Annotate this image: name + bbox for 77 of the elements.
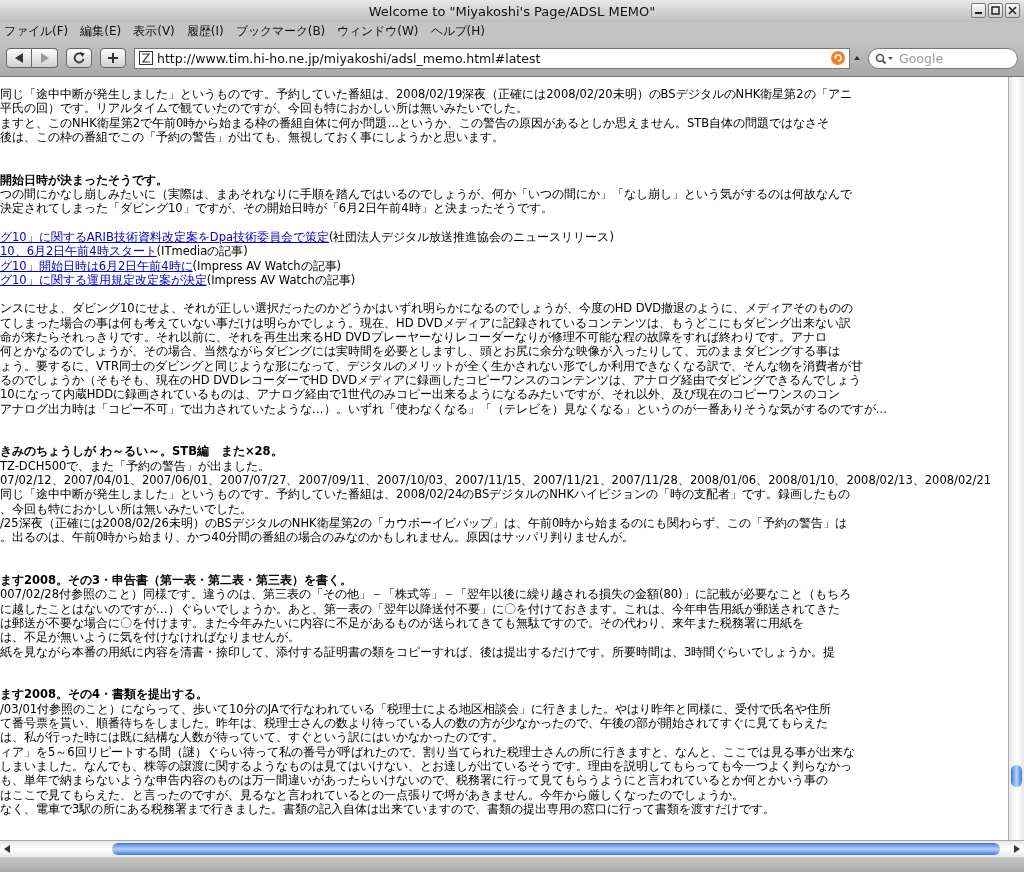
text-line: に越したことはないのですが…）ぐらいでしょうか。あと、第一表の「翌年以降送付不要」に〇を付けておきます。これは、今年申告用紙が郵送されてきた xyxy=(0,601,840,616)
scrollbar-thumb[interactable] xyxy=(112,843,1000,855)
text-line: は、私が行った時には既に結構な人数が待っていて、すぐという訳にはいかなかったのです。 xyxy=(0,730,504,745)
search-field[interactable]: Google xyxy=(868,47,1018,69)
text-line: 命が来たらそれっきりです。それ以前に、それを再生出来るHD DVDプレーヤーなりレコーダーなりが修理不可能な程の故障をすれば終わりです。アナロ xyxy=(0,330,827,345)
text-line: るのでしょうか（そもそも、現在のHD DVDレコーダーでHD DVDメディアに録画したコピーワンスのコンテンツは、アナログ経由でダビングできるんでしょう xyxy=(0,372,862,388)
text-line: 紙を見ながら本番の用紙に内容を清書・捺印して、添付する証明書の類をコピーすれば、後は提出するだけです。所要時間は、3時間ぐらいでしょうか。提 xyxy=(0,644,836,659)
menu-item[interactable]: ウィンドウ(W) xyxy=(337,22,419,40)
minimize-button[interactable] xyxy=(971,3,986,18)
text-line: ンスにせよ、ダビング10にせよ、それが正しい選択だったのかどうかはいずれ明らかになるのでしょうが、今度のHD DVD撤退のように、メディアそのものの xyxy=(0,301,854,316)
reload-button[interactable] xyxy=(66,48,92,68)
menu-item[interactable]: ヘルプ(H) xyxy=(430,22,485,40)
new-tab-button[interactable] xyxy=(100,48,126,68)
section-heading: ます2008。その4・書類を提出する。 xyxy=(0,687,208,702)
text-line: は郵送が不要な場合に〇を付けます。また今年みたいに内容に不足があるものが送られてきても無駄ですので。その代わり、来年また税務署に用紙を xyxy=(0,616,804,631)
text-line: はここで見てもらえた、と言ったのですが、見るなと言われているとの一点張りで埒があきません。今年から厳しくなったのでしょうか。 xyxy=(0,787,744,802)
text-line: 同じ「途中中断が発生しました」というものです。予約していた番組は、2008/02/19深夜（正確には2008/02/20未明）のBSデジタルのNHK衛星第2の「アニ xyxy=(0,87,852,102)
text-line: 。出るのは、午前0時から始まり、かつ40分間の番組の場合のみなのかもしれません。原因はサッパリ判りませんが。 xyxy=(0,530,634,545)
maximize-button[interactable] xyxy=(988,3,1003,18)
text-line: 同じ「途中中断が発生しました」というものです。予約していた番組は、2008/02/24のBSデジタルのNHKハイビジョンの「時の支配者」です。録画したもの xyxy=(0,487,851,502)
menu-item[interactable]: ファイル(F) xyxy=(4,22,69,40)
text-line: も、単年で納まらないような申告内容のものは万一間違いがあったらいけないので、税務署に行って見てもらうようにと言われているとか何とかいう事の xyxy=(0,773,828,788)
text-line: /03/01付参照のこと）にならって、歩いて10分のJAで行なわれている「税理士による地区相談会」に行きました。やはり昨年と同様に、受付で氏名や住所 xyxy=(0,701,831,717)
text-line: 07/02/12、2007/04/01、2007/06/01、2007/07/27、2007/09/11、2007/10/03、2007/11/15、2007/11/21、2007/11/28、2008/01/06、2008/01/10、2008/02/13、2008/02/21 xyxy=(0,473,992,488)
scrollbar-thumb[interactable] xyxy=(1011,765,1022,787)
link-source-note: (Impress AV Watchの記事) xyxy=(192,258,342,273)
close-button[interactable] xyxy=(1005,3,1020,18)
text-line: てしまった場合の事は何も考えていない事だけは明らかでしょう。現在、HD DVDメディアに記録されているコンテンツは、もうどこにもダビング出来ない訳 xyxy=(0,315,851,331)
back-icon xyxy=(14,53,24,63)
text-line: ィア」を5～6回リピートする間（謎）ぐらい待って私の番号が呼ばれたので、割り当てられた税理士さんの所に行きますと、なんと、ここでは見る事が出来な xyxy=(0,744,855,759)
dropdown-arrow-icon[interactable] xyxy=(854,55,860,61)
window-title: Welcome to "Miyakoshi's Page/ADSL MEMO" xyxy=(368,3,656,19)
text-line: ますと、このNHK衛星第2で午前0時から始まる枠の番組自体に何か問題…というか、この警告の原因があるとしか思えません。STB自体の問題ではなさそ xyxy=(0,115,830,130)
text-line: TZ-DCH500で、また「予約の警告」が出ました。 xyxy=(0,458,271,473)
vertical-scrollbar[interactable] xyxy=(1008,77,1024,840)
article-link[interactable]: グ10」に関する運用規定改定案が決定 xyxy=(0,272,207,287)
section-heading: 開始日時が決まったそうです。 xyxy=(0,172,168,188)
text-line: 10になって内蔵HDDに録画されているものは、アナログ経由で1世代のみコピー出来るようになるみたいですが、それ以外、及び現在のコピーワンスのコン xyxy=(0,387,841,402)
text-line: て番号票を貰い、順番待ちをしました。昨年は、税理士さんの数より待っている人の数の方が少なかったので、午後の部が開始されてすぐに見てもらえた xyxy=(0,716,828,731)
text-line: /25深夜（正確には2008/02/26未明）のBSデジタルのNHK衛星第2の「カウボーイビバップ」は、午前0時から始まるのにも関わらず、この「予約の警告」は xyxy=(0,515,848,531)
rss-feed-icon[interactable] xyxy=(831,51,845,65)
link-source-note: (ITmediaの記事) xyxy=(156,244,248,259)
back-button[interactable] xyxy=(6,48,32,68)
menu-item[interactable]: 履歴(I) xyxy=(186,22,224,40)
site-favicon-icon xyxy=(139,51,153,65)
forward-button[interactable] xyxy=(32,48,58,68)
reload-icon xyxy=(73,52,85,64)
text-line: 決定されてしまった「ダビング10」ですが、その開始日時が「6月2日午前4時」と決まったそうです。 xyxy=(0,201,553,216)
text-line: 、今回も特におかしい所は無いみたいでした。 xyxy=(0,501,252,516)
link-source-note: (社団法人デジタル放送推進協会のニュースリリース) xyxy=(329,229,614,244)
text-line: しまいました。なんでも、株等の譲渡に関するようなものは見てはいけない、とお達しが出ているそうです。理由を説明してもらっても今一つよく判らなかっ xyxy=(0,758,852,774)
link-source-note: (Impress AV Watchの記事) xyxy=(206,272,356,287)
text-line: は、不足が無いように気を付けなければなりませんが。 xyxy=(0,630,300,645)
text-line: 何とかなるのでしょうが、その場合、当然ながらダビングには実時間を必要としますし、頭とお尻に余分な映像が入ったりして、元のままダビングする事は xyxy=(0,344,840,359)
section-heading: ます2008。その3・申告書（第一表・第二表・第三表）を書く。 xyxy=(0,573,352,588)
address-field[interactable]: http://www.tim.hi-ho.ne.jp/miyakoshi/adsl_memo.html#latest xyxy=(134,47,850,69)
plus-icon xyxy=(107,52,119,64)
article-link[interactable]: 10、6月2日午前4時スタート xyxy=(0,244,157,259)
section-heading: きみのちょうしが わ～るい～。STB編 また×28。 xyxy=(0,444,283,459)
scroll-right-icon[interactable] xyxy=(1012,845,1020,853)
maximize-icon xyxy=(991,6,1000,15)
text-line: ょう。要するに、VTR同士のダビングと同じような形になって、デジタルのメリットが全く生かされない形でしか利用できなくなる訳で、そんな物を消費者が甘 xyxy=(0,358,863,373)
text-line: アナログ出力時は「コピー不可」で出力されていたような…）。いずれ「使わなくなる」「（テレビを）見なくなる」というのが一番ありそうな気がするのですが… xyxy=(0,401,887,416)
forward-icon xyxy=(39,53,50,63)
text-line: 後は、この枠の番組でこの「予約の警告」が出ても、無視しておく事にしようかと思います。 xyxy=(0,129,504,145)
article-link[interactable]: グ10」開始日時は6月2日午前4時に xyxy=(0,258,193,273)
text-line: 007/02/28付参照のこと）同様です。違うのは、第三表の「その他」－「株式等」－「翌年以後に繰り越される損失の金額(80)」に記載が必要なこと（もちろ xyxy=(0,587,851,602)
article-link[interactable]: グ10」に関するARIB技術資料改定案をDpa技術委員会で策定 xyxy=(0,229,329,244)
menu-item[interactable]: 編集(E) xyxy=(80,22,122,40)
text-line: つの間にかなし崩しみたいに（実際は、まあそれなりに手順を踏んではいるのでしょうが、何か「いつの間にか」「なし崩し」という気がするのは何故なんで xyxy=(0,187,852,202)
scroll-left-icon[interactable] xyxy=(4,845,12,853)
menu-item[interactable]: ブックマーク(B) xyxy=(235,22,326,40)
close-icon xyxy=(1008,6,1017,15)
menu-item[interactable]: 表示(V) xyxy=(133,22,175,40)
text-line: 平氏の回）です。リアルタイムで観ていたのですが、今回も特におかしい所は無いみたいでした。 xyxy=(0,101,528,116)
horizontal-scrollbar[interactable] xyxy=(0,840,1024,857)
text-line: なく、電車で3駅の所にある税務署まで行きました。書類の記入自体は出来ていますので、書類の提出専用の窓口に行って書類を渡すだけです。 xyxy=(0,801,776,817)
